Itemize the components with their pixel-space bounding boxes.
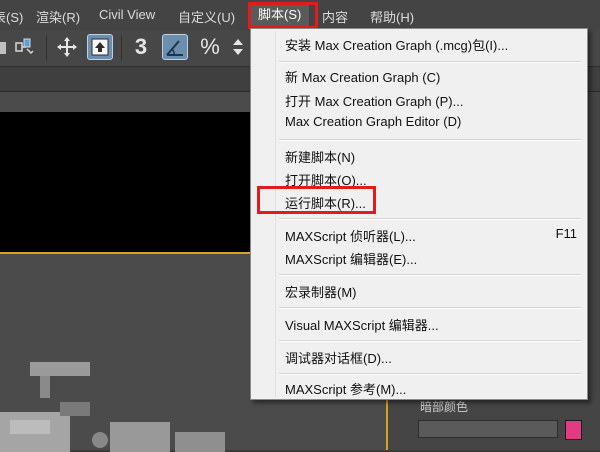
menu-item-new-script[interactable]: 新建脚本(N)	[285, 147, 355, 166]
menu-separator	[279, 61, 581, 63]
menu-render[interactable]: 渲染(R)	[36, 7, 80, 26]
scripting-menu-highlight	[248, 2, 318, 29]
angle-snap-icon[interactable]	[162, 34, 188, 60]
menu-separator	[279, 139, 581, 141]
menu-item-maxscript-reference[interactable]: MAXScript 参考(M)...	[285, 379, 406, 398]
menu-item-maxscript-editor[interactable]: MAXScript 编辑器(E)...	[285, 249, 417, 268]
menu-item-debugger-dialog[interactable]: 调试器对话框(D)...	[285, 348, 392, 367]
menu-item-new-mcg[interactable]: 新 Max Creation Graph (C)	[285, 67, 440, 86]
menu-civil-view[interactable]: Civil View	[99, 7, 155, 22]
menu-item-macro-recorder[interactable]: 宏录制器(M)	[285, 282, 357, 301]
color-slider[interactable]	[418, 420, 558, 438]
menu-item-maxscript-listener[interactable]: MAXScript 侦听器(L)...	[285, 226, 416, 245]
menu-separator	[279, 274, 581, 276]
robot-model	[0, 362, 225, 452]
toolbar-separator	[46, 36, 47, 60]
move-icon[interactable]	[54, 34, 80, 60]
color-swatch[interactable]	[565, 420, 582, 440]
spinner-snap-icon[interactable]	[230, 34, 246, 60]
menu-separator	[279, 307, 581, 309]
menu-item-visual-maxscript[interactable]: Visual MAXScript 编辑器...	[285, 315, 439, 334]
menu-icon-gutter	[275, 31, 276, 397]
menu-graph[interactable]: 图表(S)	[0, 7, 23, 26]
menu-item-install-mcg[interactable]: 安装 Max Creation Graph (.mcg)包(I)...	[285, 35, 508, 54]
menu-help[interactable]: 帮助(H)	[370, 7, 414, 26]
menu-item-mcg-editor[interactable]: Max Creation Graph Editor (D)	[285, 114, 461, 129]
menu-separator	[279, 218, 581, 220]
toolbar-edge	[0, 42, 6, 54]
snap-3-icon[interactable]: 3	[128, 34, 154, 60]
shadow-color-label: 暗部颜色	[420, 400, 469, 414]
menu-customize[interactable]: 自定义(U)	[178, 7, 235, 26]
select-region-icon[interactable]	[87, 34, 113, 60]
menu-separator	[279, 340, 581, 342]
run-script-highlight	[257, 186, 376, 214]
menu-item-open-mcg[interactable]: 打开 Max Creation Graph (P)...	[285, 91, 463, 110]
scripting-dropdown-menu: 安装 Max Creation Graph (.mcg)包(I)... 新 Ma…	[250, 28, 588, 400]
menu-separator	[279, 373, 581, 375]
menu-content[interactable]: 内容	[322, 7, 348, 26]
listener-shortcut: F11	[555, 226, 577, 241]
toolbar-separator	[121, 36, 122, 60]
link-icon[interactable]	[12, 34, 38, 60]
percent-snap-icon[interactable]: %	[197, 34, 223, 60]
